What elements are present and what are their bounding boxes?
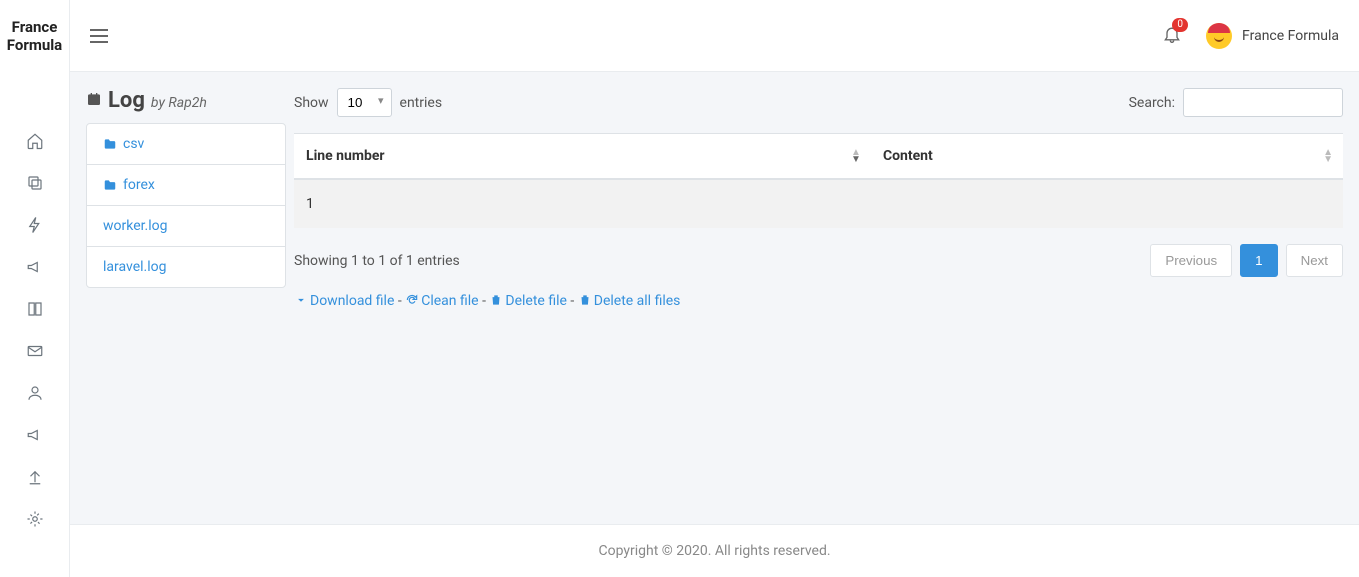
pagination: Previous 1 Next <box>1150 244 1343 277</box>
mail-icon[interactable] <box>26 342 44 360</box>
folder-icon <box>103 178 117 192</box>
log-item-laravel[interactable]: laravel.log <box>87 247 285 287</box>
copy-icon[interactable] <box>26 174 44 192</box>
bolt-icon[interactable] <box>26 216 44 234</box>
home-icon[interactable] <box>26 132 44 150</box>
show-entries-control: Show 10 entries <box>294 88 442 117</box>
folder-icon <box>103 137 117 151</box>
download-icon <box>294 293 308 307</box>
sort-icon: ▲▼ <box>851 149 861 163</box>
delete-all-link[interactable]: Delete all files <box>578 293 681 309</box>
log-panel: Log by Rap2h csv forex worker.log <box>86 88 286 508</box>
table-info: Showing 1 to 1 of 1 entries <box>294 253 460 269</box>
search-control: Search: <box>1129 88 1343 117</box>
prev-button[interactable]: Previous <box>1150 244 1232 277</box>
col-content[interactable]: Content ▲▼ <box>871 134 1343 180</box>
hamburger-icon[interactable] <box>90 29 108 43</box>
delete-file-link[interactable]: Delete file <box>489 293 567 309</box>
log-file-list: csv forex worker.log laravel.log <box>86 123 286 288</box>
log-item-label: forex <box>123 177 155 193</box>
notifications-button[interactable]: 0 <box>1162 24 1182 48</box>
search-input[interactable] <box>1183 88 1343 117</box>
log-table-area: Show 10 entries Search: <box>294 88 1343 508</box>
file-actions: Download file - Clean file - Delete file… <box>294 293 1343 309</box>
avatar[interactable] <box>1206 23 1232 49</box>
notification-badge: 0 <box>1172 18 1188 32</box>
clean-file-link[interactable]: Clean file <box>405 293 478 309</box>
book-icon[interactable] <box>26 300 44 318</box>
megaphone2-icon[interactable] <box>26 426 44 444</box>
log-title: Log <box>108 88 145 113</box>
log-item-label: csv <box>123 136 144 152</box>
entries-select[interactable]: 10 <box>337 88 392 117</box>
cell-line: 1 <box>294 179 871 228</box>
megaphone-icon[interactable] <box>26 258 44 276</box>
log-table: Line number ▲▼ Content ▲▼ 1 <box>294 133 1343 228</box>
page-1-button[interactable]: 1 <box>1240 244 1277 277</box>
log-author: by Rap2h <box>151 95 207 111</box>
col-line-number[interactable]: Line number ▲▼ <box>294 134 871 180</box>
log-item-worker[interactable]: worker.log <box>87 206 285 247</box>
user-icon[interactable] <box>26 384 44 402</box>
topbar: 0 France Formula <box>70 0 1359 72</box>
gear-icon[interactable] <box>26 510 44 528</box>
log-item-csv[interactable]: csv <box>87 124 285 165</box>
calendar-icon <box>86 91 102 107</box>
username-label[interactable]: France Formula <box>1242 28 1339 44</box>
refresh-icon <box>405 293 419 307</box>
show-label: Show <box>294 95 329 111</box>
download-file-link[interactable]: Download file <box>294 293 394 309</box>
cell-content <box>871 179 1343 228</box>
footer: Copyright © 2020. All rights reserved. <box>70 524 1359 577</box>
upload-icon[interactable] <box>26 468 44 486</box>
log-item-label: worker.log <box>103 218 167 234</box>
log-item-forex[interactable]: forex <box>87 165 285 206</box>
sort-icon: ▲▼ <box>1323 149 1333 163</box>
entries-label: entries <box>400 95 443 111</box>
trash-icon <box>578 293 592 307</box>
brand-logo[interactable]: France Formula <box>0 0 69 72</box>
next-button[interactable]: Next <box>1286 244 1343 277</box>
left-sidebar: France Formula <box>0 0 70 577</box>
table-row: 1 <box>294 179 1343 228</box>
log-item-label: laravel.log <box>103 259 166 275</box>
search-label: Search: <box>1129 95 1175 111</box>
trash-icon <box>489 293 503 307</box>
